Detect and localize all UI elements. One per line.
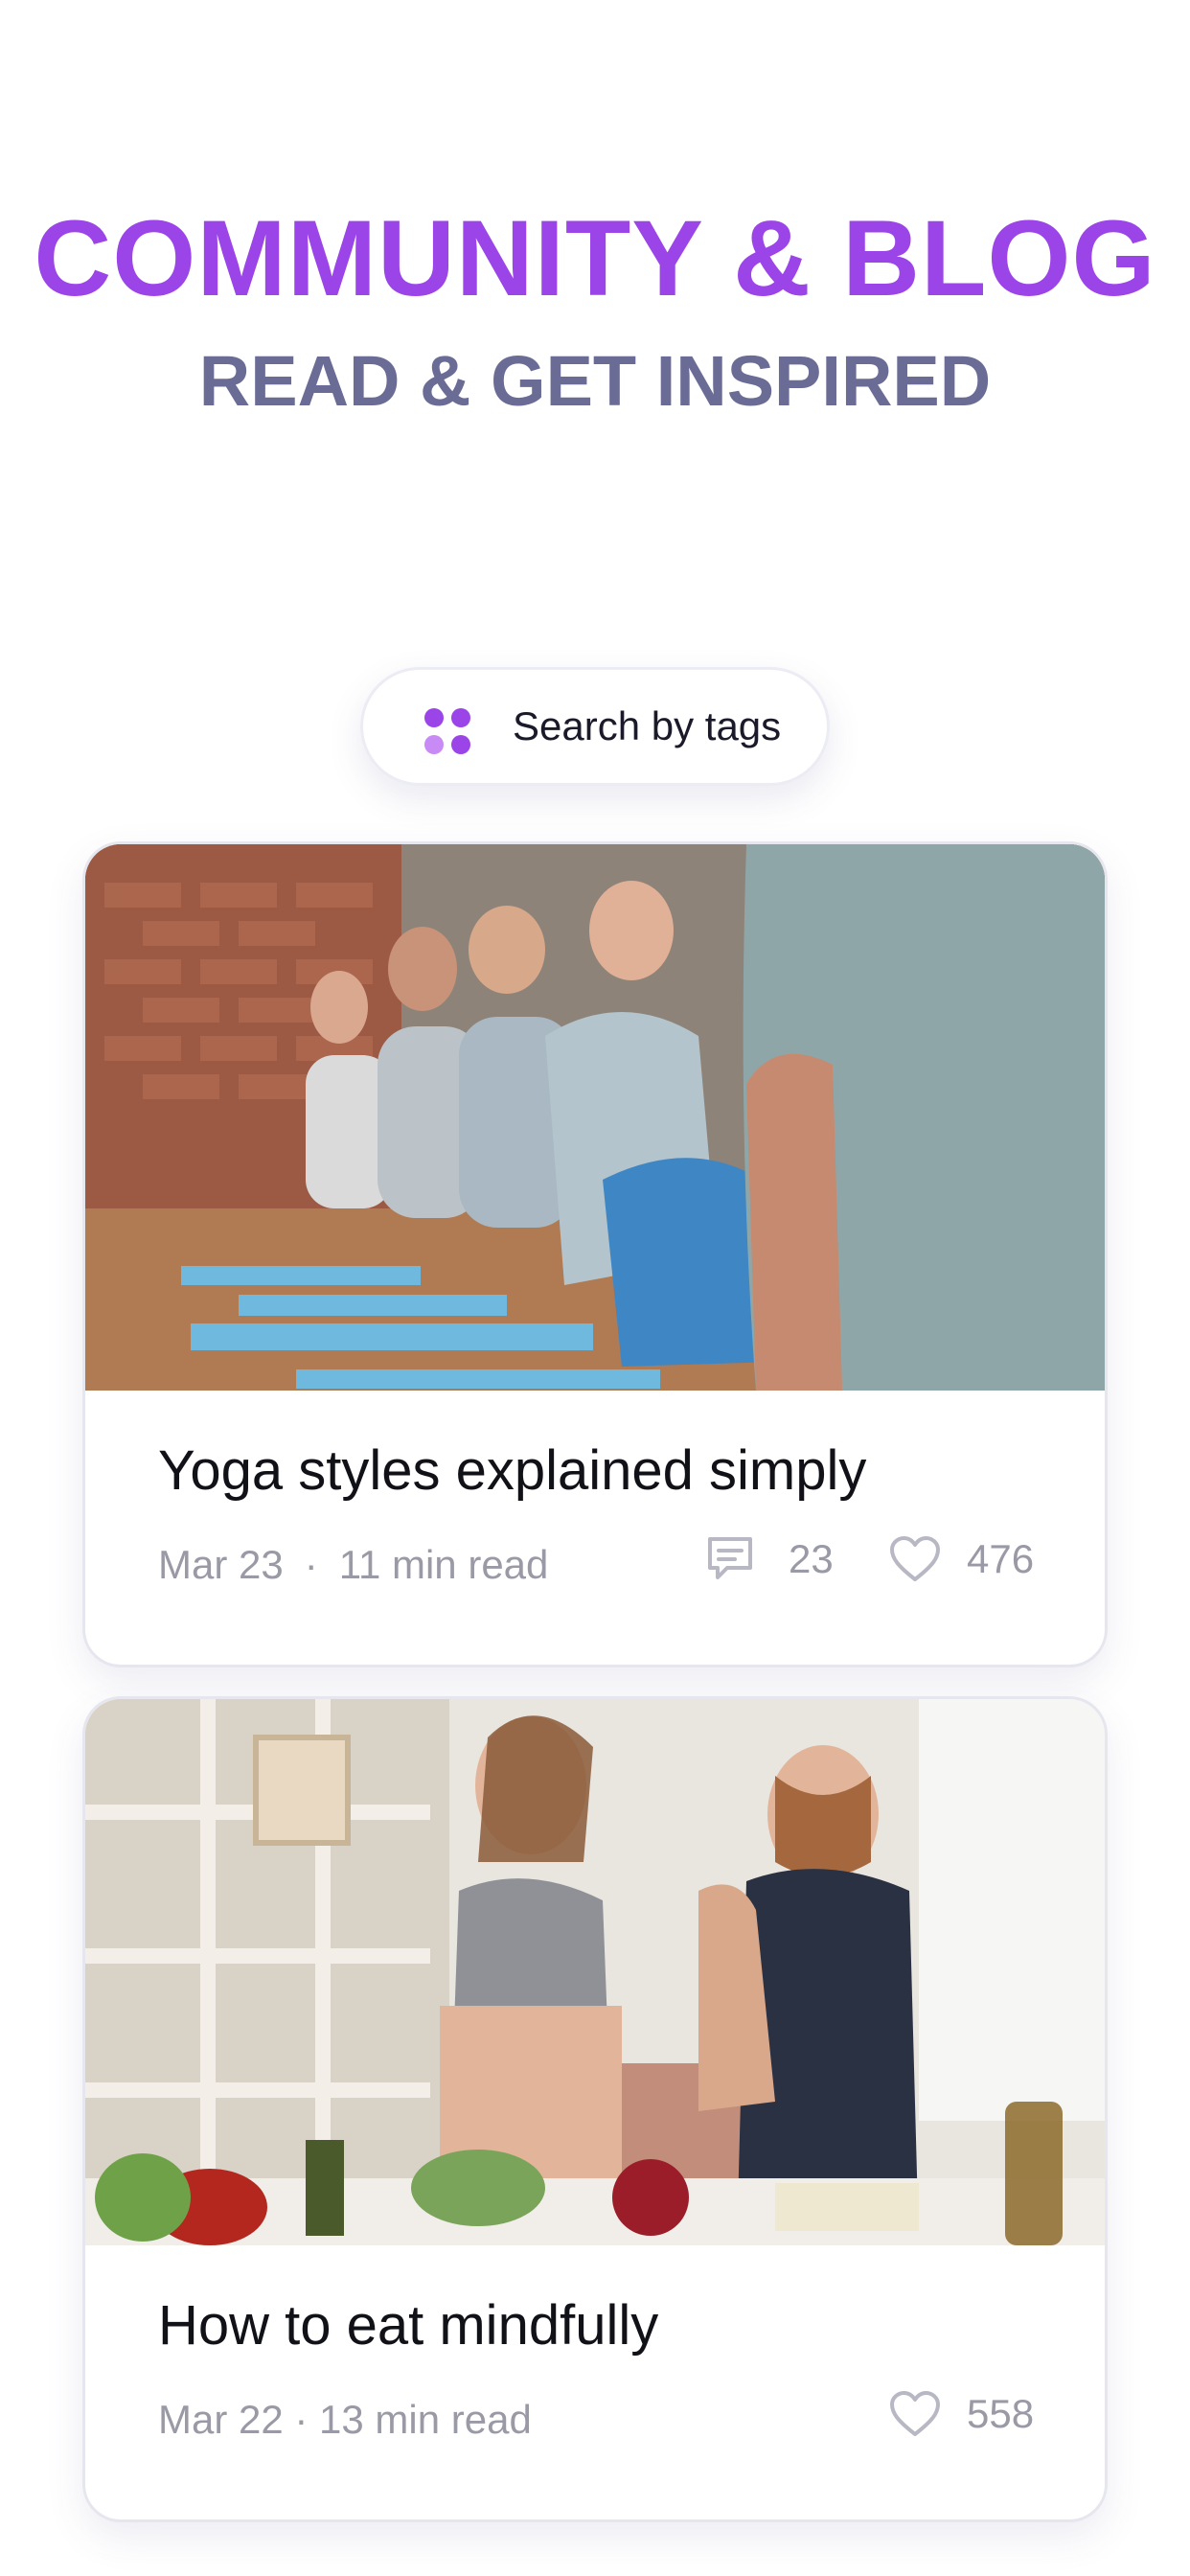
comments-count: 23 xyxy=(789,1536,834,1581)
comments-stat[interactable]: 23 xyxy=(704,1530,834,1588)
likes-stat[interactable]: 558 xyxy=(888,2385,1034,2443)
search-by-tags-button[interactable]: Search by tags xyxy=(360,667,830,786)
post-title: How to eat mindfully xyxy=(158,2294,659,2357)
tags-grid-icon xyxy=(424,708,470,754)
blog-post-card[interactable]: How to eat mindfully Mar 22 · 13 min rea… xyxy=(82,1696,1108,2522)
search-by-tags-label: Search by tags xyxy=(513,703,782,748)
page-subtitle: READ & GET INSPIRED xyxy=(198,341,992,421)
blog-post-card[interactable]: Yoga styles explained simply Mar 23 · 11 m… xyxy=(82,841,1108,1668)
couple-cooking-photo xyxy=(85,1699,1105,2245)
yoga-class-photo xyxy=(85,844,1105,1391)
post-meta: Mar 22 · 13 min read xyxy=(158,2397,532,2442)
heart-icon xyxy=(890,2391,940,2436)
likes-count: 558 xyxy=(967,2391,1035,2436)
post-date: Mar 23 xyxy=(158,1542,284,1587)
post-meta: Mar 23 · 11 min read xyxy=(158,1542,548,1588)
likes-stat[interactable]: 476 xyxy=(888,1530,1034,1588)
heart-icon xyxy=(890,1536,940,1581)
post-title: Yoga styles explained simply xyxy=(158,1439,867,1502)
likes-count: 476 xyxy=(967,1536,1035,1581)
post-read-time: 11 min read xyxy=(338,1542,549,1587)
comment-icon xyxy=(708,1537,752,1579)
page-title: COMMUNITY & BLOG xyxy=(34,198,1156,318)
meta-separator: · xyxy=(304,1542,318,1587)
